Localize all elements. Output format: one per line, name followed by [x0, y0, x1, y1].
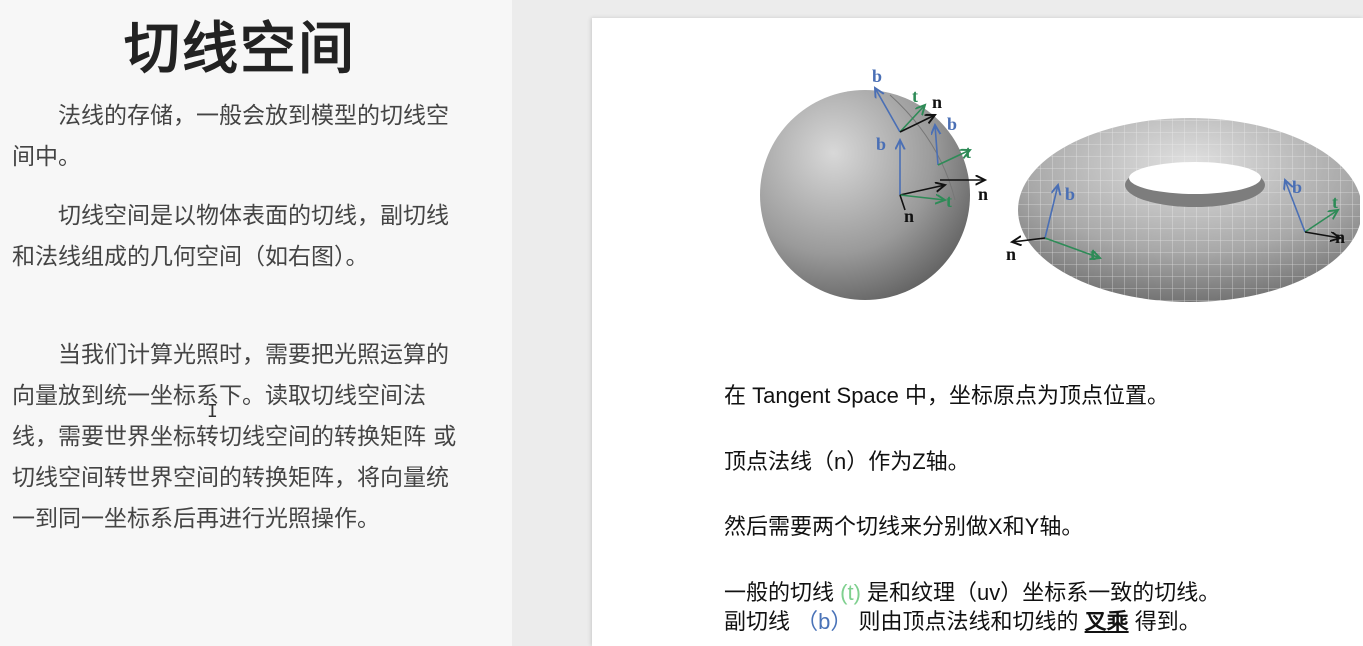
- bitangent-text-d: 得到。: [1128, 609, 1201, 634]
- label-b-1: b: [872, 66, 882, 86]
- paragraph-normal-storage: 法线的存储，一般会放到模型的切线空间中。: [12, 103, 449, 170]
- page-title: 切线空间: [124, 17, 356, 82]
- label-b-5: b: [1292, 177, 1302, 197]
- tangent-symbol: (t): [840, 580, 861, 605]
- label-n-4: n: [1006, 244, 1016, 264]
- bitangent-text-a: 副切线: [724, 609, 797, 634]
- label-b-4: b: [1065, 184, 1075, 204]
- paragraph-tangent-space-definition: 切线空间是以物体表面的切线，副切线和法线组成的几何空间（如右图）。: [12, 203, 449, 270]
- bitangent-symbol: （b）: [796, 609, 853, 634]
- cross-product-term: 叉乘: [1084, 609, 1129, 634]
- label-t-2: t: [965, 142, 971, 162]
- sphere-shape: [760, 90, 970, 300]
- tangent-space-diagram: b t n b t b n t n b t n b t n: [760, 66, 1360, 302]
- slide-line-origin: 在 Tangent Space 中，坐标原点为顶点位置。: [724, 383, 1170, 408]
- bitangent-text-c: 则由顶点法线和切线的: [852, 609, 1085, 634]
- label-b-2: b: [947, 114, 957, 134]
- tangent-text-a: 一般的切线: [724, 580, 841, 605]
- slide-line-xy-axes: 然后需要两个切线来分别做X和Y轴。: [724, 514, 1084, 539]
- notes-panel: 切线空间 法线的存储，一般会放到模型的切线空间中。 切线空间是以物体表面的切线，…: [0, 0, 512, 646]
- slide-line-tangent: 一般的切线 (t) 是和纹理（uv）坐标系一致的切线。: [724, 575, 1220, 607]
- label-t-5: t: [1332, 192, 1338, 212]
- label-n-3: n: [904, 206, 914, 226]
- label-n-1: n: [932, 92, 942, 112]
- label-t-3: t: [946, 191, 952, 211]
- label-t-4: t: [1090, 244, 1096, 264]
- text-ibeam-icon: Ι: [207, 401, 218, 422]
- label-n-2: n: [978, 184, 988, 204]
- slide-line-normal-z: 顶点法线（n）作为Z轴。: [724, 449, 970, 474]
- label-t-1: t: [912, 86, 918, 106]
- slide-line-bitangent: 副切线 （b） 则由顶点法线和切线的 叉乘 得到。: [724, 604, 1201, 636]
- tangent-text-b: 是和纹理（uv）坐标系一致的切线。: [860, 580, 1221, 605]
- paragraph-lighting-computation: 当我们计算光照时，需要把光照运算的向量放到统一坐标系下。读取切线空间法线，需要世…: [12, 342, 457, 532]
- label-n-5: n: [1335, 227, 1345, 247]
- label-b-3: b: [876, 134, 886, 154]
